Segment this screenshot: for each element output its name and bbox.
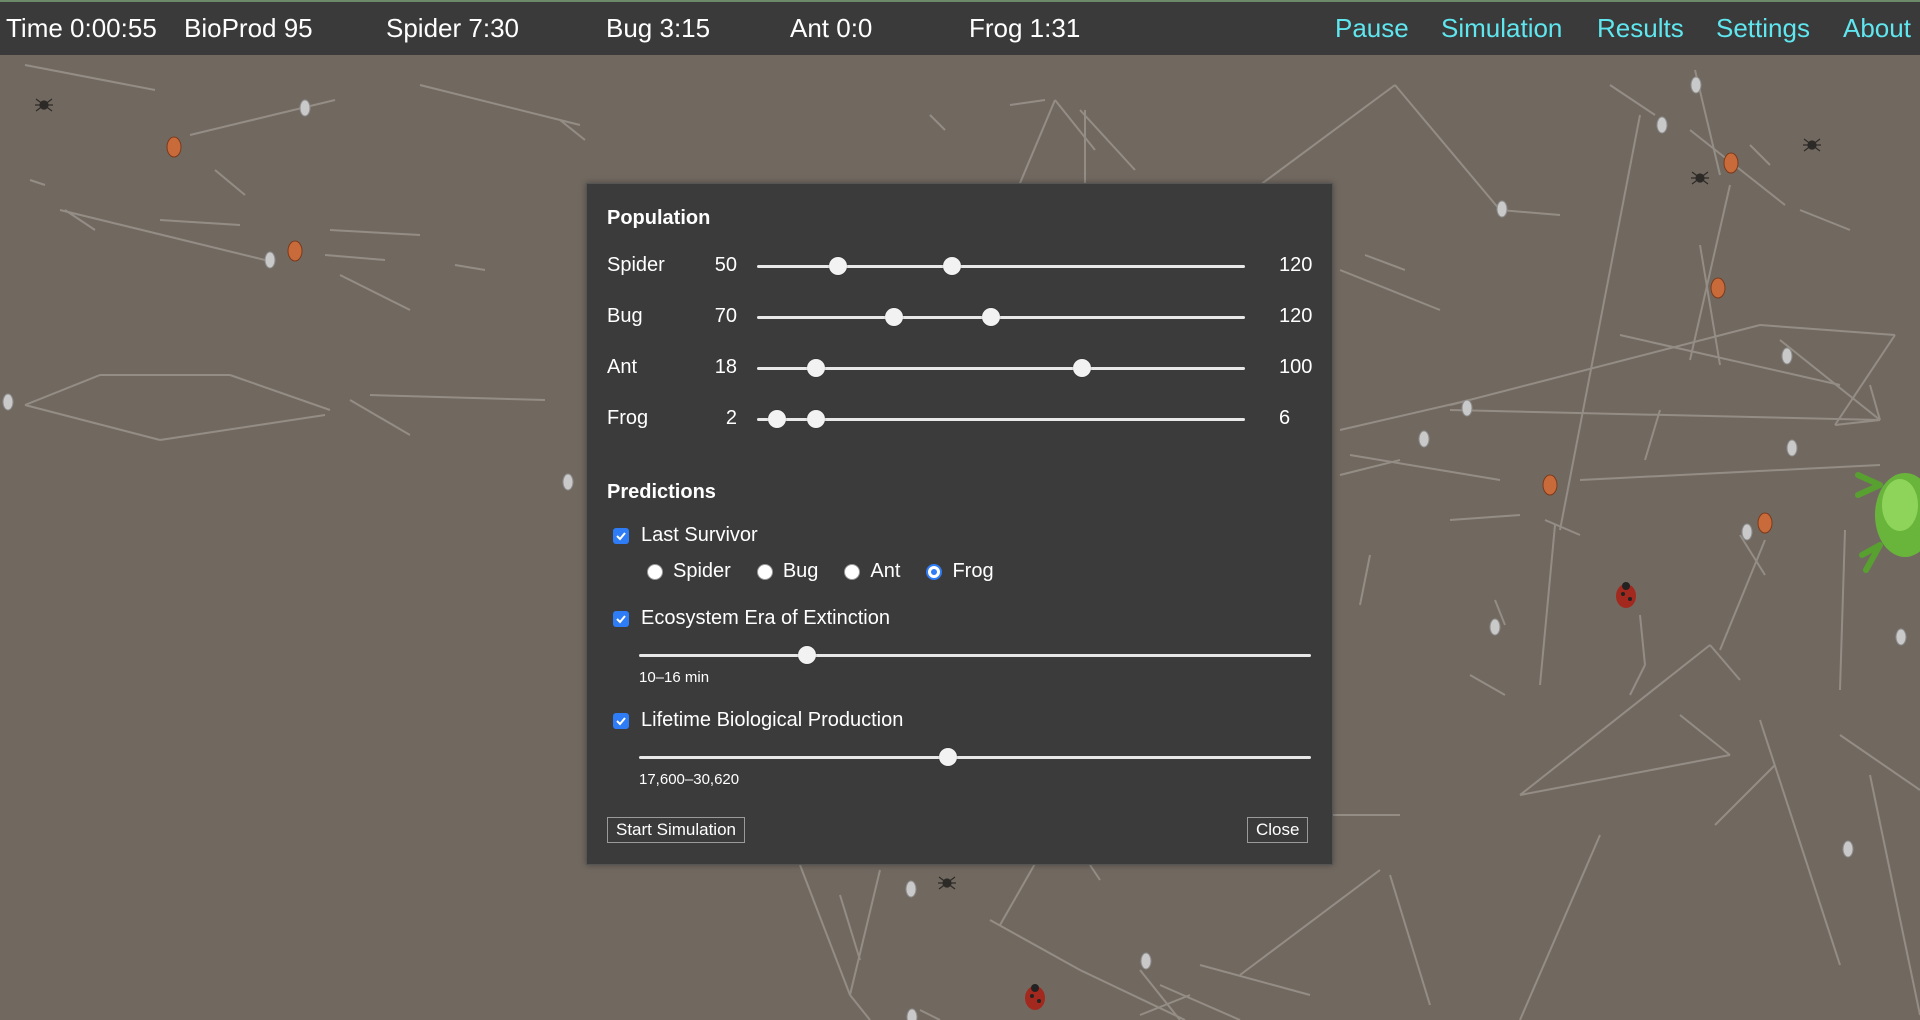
population-range-slider[interactable] [757,410,1245,428]
production-slider[interactable] [639,748,1311,766]
last-survivor-row: Last Survivor [613,524,758,547]
population-max: 6 [1279,407,1291,429]
population-row-bug: Bug 70 120 [607,302,1312,332]
survivor-option-ant[interactable]: Ant [844,560,900,583]
frog-readout: Frog 1:31 [969,13,1081,43]
extinction-range: 10–16 min [639,669,710,686]
population-name: Frog [607,407,649,429]
bioprod-readout: BioProd 95 [184,13,313,43]
population-max: 120 [1279,254,1313,276]
extinction-slider[interactable] [639,646,1311,664]
last-survivor-options: Spider Bug Ant Frog [647,560,1020,583]
population-title: Population [607,207,711,229]
nav-simulation[interactable]: Simulation [1441,13,1562,44]
last-survivor-checkbox[interactable] [613,527,629,544]
population-low-thumb[interactable] [767,410,786,428]
population-high-thumb[interactable] [982,308,1001,326]
survivor-option-spider[interactable]: Spider [647,560,731,583]
start-simulation-button[interactable]: Start Simulation [607,817,745,843]
production-row: Lifetime Biological Production [613,709,903,732]
radio-button[interactable] [756,563,773,580]
population-max: 100 [1279,356,1313,378]
population-max: 120 [1279,305,1313,327]
nav-results[interactable]: Results [1597,13,1684,44]
radio-button[interactable] [844,563,861,580]
nav-pause[interactable]: Pause [1335,13,1409,44]
radio-label: Spider [673,560,731,582]
frog-icon [1855,472,1920,573]
production-label: Lifetime Biological Production [641,709,904,731]
last-survivor-label: Last Survivor [641,524,758,546]
population-high-thumb[interactable] [806,410,825,428]
extinction-label: Ecosystem Era of Extinction [641,607,890,629]
population-row-spider: Spider 50 120 [607,251,1312,281]
radio-label: Ant [870,560,901,582]
population-range-slider[interactable] [757,359,1245,377]
population-range-slider[interactable] [757,308,1245,326]
bug-readout: Bug 3:15 [606,13,711,43]
status-bar: Time 0:00:55 BioProd 95 Spider 7:30 Bug … [0,0,1920,55]
production-slider-thumb[interactable] [939,748,958,766]
population-low-thumb[interactable] [884,308,903,326]
population-min: 18 [714,356,737,378]
extinction-row: Ecosystem Era of Extinction [613,607,890,630]
radio-label: Bug [782,560,819,582]
ant-readout: Ant 0:0 [790,13,873,43]
production-checkbox[interactable] [613,712,629,729]
population-name: Spider [607,254,665,276]
population-range-slider[interactable] [757,257,1245,275]
population-row-frog: Frog 2 6 [607,404,1307,434]
population-name: Bug [607,305,643,327]
extinction-checkbox[interactable] [613,610,629,627]
radio-label: Frog [952,560,994,582]
nav-settings[interactable]: Settings [1716,13,1810,44]
population-low-thumb[interactable] [829,257,848,275]
population-name: Ant [607,356,638,378]
nav-about[interactable]: About [1843,13,1911,44]
radio-button[interactable] [926,563,943,580]
population-min: 70 [714,305,737,327]
population-min: 50 [714,254,737,276]
population-low-thumb[interactable] [806,359,825,377]
radio-button[interactable] [647,563,663,580]
survivor-option-bug[interactable]: Bug [756,560,819,583]
population-row-ant: Ant 18 100 [607,353,1312,383]
prediction-dialog: Population Spider 50 120 Bug 70 120 Ant 18 100 Fr… [586,183,1333,865]
population-high-thumb[interactable] [1073,359,1092,377]
population-high-thumb[interactable] [943,257,962,275]
spider-readout: Spider 7:30 [386,13,519,43]
extinction-slider-thumb[interactable] [798,646,816,664]
time-readout: Time 0:00:55 [6,13,157,43]
population-min: 2 [725,407,737,429]
survivor-option-frog[interactable]: Frog [926,560,994,583]
close-button[interactable]: Close [1247,817,1309,843]
production-range: 17,600–30,620 [639,771,740,788]
predictions-title: Predictions [607,481,716,503]
